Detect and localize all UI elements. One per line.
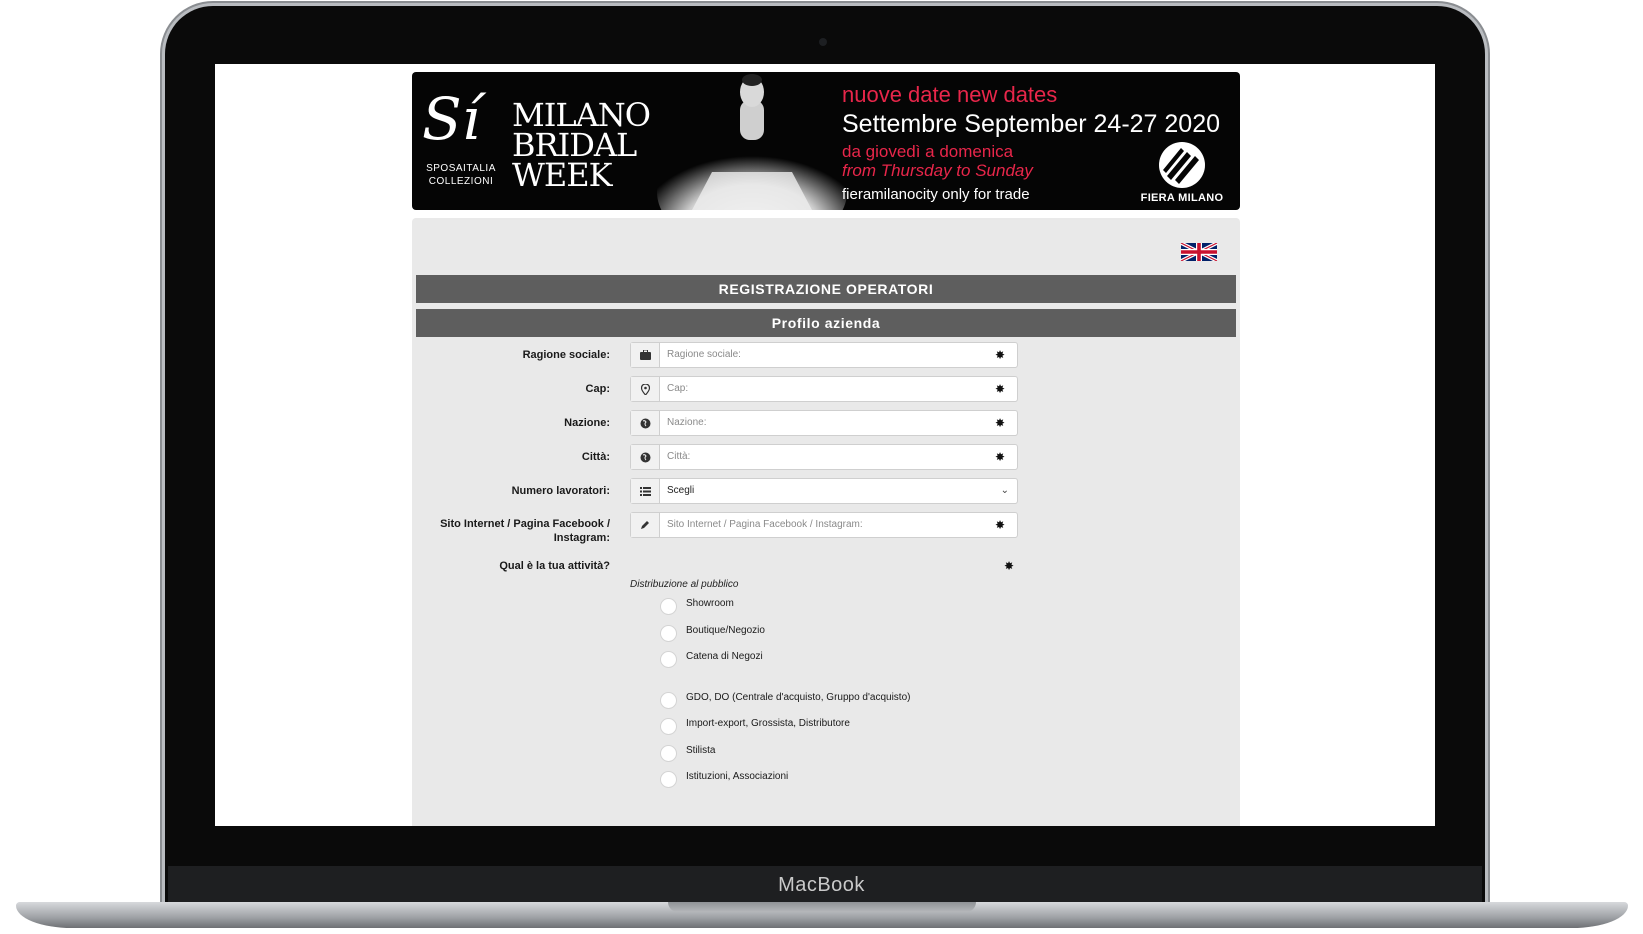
radio-button[interactable]: [660, 651, 677, 668]
country-label: Nazione:: [564, 417, 610, 429]
event-name: MILANO BRIDAL WEEK: [512, 99, 651, 194]
form-row-postal-code: Cap: Cap: ✸: [412, 376, 1240, 402]
required-icon: ✸: [1004, 559, 1015, 573]
event-banner[interactable]: Sí SPOSAITALIA COLLEZIONI MILANO BRIDAL …: [412, 72, 1240, 210]
logo-subtitle-line: SPOSAITALIA: [426, 163, 496, 174]
postal-code-label: Cap:: [585, 383, 610, 395]
website-label-line: Sito Internet / Pagina Facebook /: [440, 518, 610, 530]
camera-icon: [819, 38, 827, 46]
country-placeholder: Nazione:: [667, 417, 707, 428]
employee-count-select[interactable]: Scegli ⌄: [630, 478, 1018, 504]
new-dates-note: nuove date new dates: [842, 82, 1058, 107]
radio-button[interactable]: [660, 771, 677, 788]
device-brand-label: MacBook: [778, 874, 865, 896]
event-dates: Settembre September 24-27 2020: [842, 110, 1221, 138]
activity-option-label: Import-export, Grossista, Distributore: [686, 718, 850, 729]
radio-button[interactable]: [660, 598, 677, 615]
form-row-website: Sito Internet / Pagina Facebook / Instag…: [412, 512, 1240, 552]
activity-option-label: Catena di Negozi: [686, 651, 763, 662]
required-icon: ✸: [994, 348, 1005, 362]
website-placeholder: Sito Internet / Pagina Facebook / Instag…: [667, 519, 863, 530]
website-label: Sito Internet / Pagina Facebook / Instag…: [410, 517, 610, 545]
fiera-milano-logo-icon: [1159, 142, 1205, 188]
postal-code-input[interactable]: Cap: ✸: [630, 376, 1018, 402]
activity-option-label: Showroom: [686, 598, 734, 609]
activity-option-label: Istituzioni, Associazioni: [686, 771, 789, 782]
required-icon: ✸: [994, 450, 1005, 464]
briefcase-icon: [631, 343, 660, 367]
activity-option-label: GDO, DO (Centrale d'acquisto, Gruppo d'a…: [686, 692, 911, 703]
country-input[interactable]: Nazione: ✸: [630, 410, 1018, 436]
browser-viewport: Sí SPOSAITALIA COLLEZIONI MILANO BRIDAL …: [215, 64, 1435, 826]
required-icon: ✸: [994, 518, 1005, 532]
city-label: Città:: [581, 451, 610, 463]
radio-button[interactable]: [660, 692, 677, 709]
logo-subtitle-line: COLLEZIONI: [428, 176, 494, 187]
radio-button[interactable]: [660, 718, 677, 735]
form-row-employee-count: Numero lavoratori: Scegli ⌄: [412, 478, 1240, 504]
required-icon: ✸: [994, 416, 1005, 430]
employee-count-selected-value: Scegli: [667, 485, 695, 496]
event-venue: fieramilanocity only for trade: [842, 186, 1030, 203]
activity-option-label: Stilista: [686, 745, 716, 756]
chevron-down-icon: ⌄: [1000, 485, 1009, 496]
globe-icon: [631, 411, 660, 435]
activity-question-label: Qual è la tua attività?: [499, 560, 610, 572]
registration-form: REGISTRAZIONE OPERATORI Profilo azienda …: [412, 218, 1240, 826]
company-name-label: Ragione sociale:: [522, 349, 610, 361]
company-name-placeholder: Ragione sociale:: [667, 349, 741, 360]
employee-count-label: Numero lavoratori:: [511, 485, 610, 497]
map-marker-icon: [631, 377, 660, 401]
list-icon: [631, 479, 660, 503]
bridal-model-image: [657, 74, 847, 210]
form-row-country: Nazione: Nazione: ✸: [412, 410, 1240, 436]
radio-button[interactable]: [660, 745, 677, 762]
event-days-english: from Thursday to Sunday: [842, 161, 1033, 180]
uk-flag-icon[interactable]: [1177, 243, 1221, 261]
sposaitalia-logo-subtitle: SPOSAITALIA COLLEZIONI: [426, 162, 496, 188]
activity-option-label: Boutique/Negozio: [686, 625, 765, 636]
website-label-line: Instagram:: [553, 532, 610, 544]
event-name-line: WEEK: [512, 156, 613, 194]
city-input[interactable]: Città: ✸: [630, 444, 1018, 470]
company-name-input[interactable]: Ragione sociale: ✸: [630, 342, 1018, 368]
radio-button[interactable]: [660, 625, 677, 642]
page-title: REGISTRAZIONE OPERATORI: [416, 275, 1236, 303]
form-row-company-name: Ragione sociale: Ragione sociale: ✸: [412, 342, 1240, 368]
globe-icon: [631, 445, 660, 469]
required-icon: ✸: [994, 382, 1005, 396]
pencil-icon: [631, 513, 660, 537]
laptop-base-notch: [668, 902, 976, 912]
section-title-company-profile: Profilo azienda: [416, 309, 1236, 337]
fiera-milano-logo: FIERA MILANO: [1134, 142, 1230, 204]
event-days-italian: da giovedì a domenica: [842, 142, 1014, 161]
fiera-milano-logo-text: FIERA MILANO: [1140, 192, 1224, 204]
city-placeholder: Città:: [667, 451, 691, 462]
activity-group-title: Distribuzione al pubblico: [630, 579, 739, 590]
form-row-city: Città: Città: ✸: [412, 444, 1240, 470]
postal-code-placeholder: Cap:: [667, 383, 689, 394]
sposaitalia-logo-mark: Sí: [422, 85, 481, 153]
website-input[interactable]: Sito Internet / Pagina Facebook / Instag…: [630, 512, 1018, 538]
